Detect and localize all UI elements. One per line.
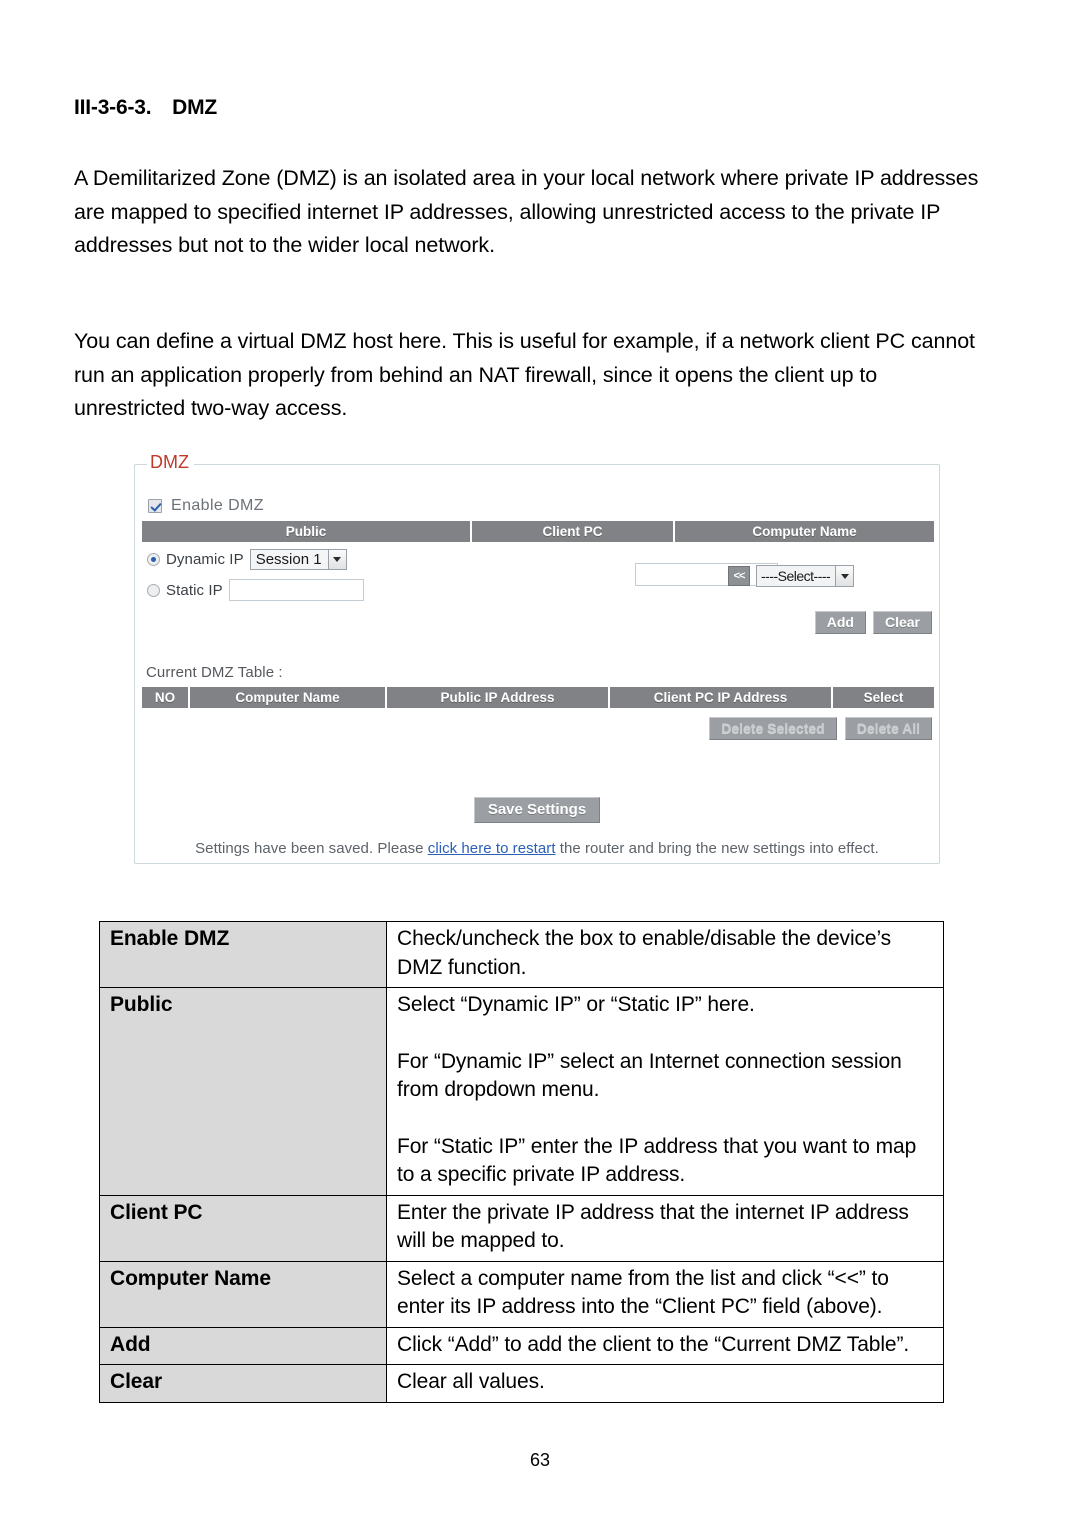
session-select[interactable]: Session 1 — [249, 549, 347, 570]
column-header-client-pc: Client PC — [472, 521, 675, 542]
field-desc-paragraph: Click “Add” to add the client to the “Cu… — [397, 1332, 910, 1356]
field-name-public: Public — [99, 987, 387, 1196]
dynamic-ip-row[interactable]: Dynamic IP Session 1 — [147, 549, 347, 570]
computer-name-select-value: ----Select---- — [761, 568, 831, 584]
page-number: 63 — [529, 1450, 551, 1470]
computer-name-row[interactable]: << ----Select---- — [728, 565, 854, 587]
form-action-buttons: Add Clear — [814, 611, 932, 634]
table-header-public-ip: Public IP Address — [387, 687, 610, 708]
field-desc-paragraph: For “Dynamic IP” select an Internet conn… — [397, 1049, 902, 1102]
copy-left-arrows-button[interactable]: << — [728, 566, 750, 586]
save-settings-row: Save Settings — [135, 797, 939, 823]
table-header-computer-name: Computer Name — [190, 687, 387, 708]
form-column-header-bar: Public Client PC Computer Name — [142, 521, 934, 542]
field-desc-paragraph: Select a computer name from the list and… — [397, 1266, 889, 1319]
status-message: Settings have been saved. Please click h… — [135, 840, 939, 857]
session-select-value: Session 1 — [255, 551, 322, 568]
table-header-client-pc-ip: Client PC IP Address — [610, 687, 833, 708]
field-name-add: Add — [99, 1326, 387, 1365]
field-desc-paragraph: For “Static IP” enter the IP address tha… — [397, 1134, 917, 1187]
static-ip-input[interactable] — [228, 579, 364, 601]
chevron-down-icon — [835, 566, 853, 586]
chevron-down-icon — [327, 550, 346, 569]
field-desc-add: Click “Add” to add the client to the “Cu… — [386, 1326, 944, 1365]
table-row: Client PC Enter the private IP address t… — [99, 1194, 944, 1262]
enable-dmz-label: Enable DMZ — [171, 497, 264, 514]
table-header-no: NO — [142, 687, 190, 708]
field-desc-paragraph: Select “Dynamic IP” or “Static IP” here. — [397, 993, 755, 1016]
dynamic-ip-label: Dynamic IP — [166, 551, 244, 568]
field-desc-enable-dmz: Check/uncheck the box to enable/disable … — [386, 921, 944, 988]
restart-router-link[interactable]: click here to restart — [428, 840, 556, 857]
add-button[interactable]: Add — [814, 611, 866, 634]
table-row: Computer Name Select a computer name fro… — [99, 1260, 944, 1328]
save-settings-button[interactable]: Save Settings — [473, 797, 601, 823]
field-desc-paragraph: Clear all values. — [397, 1370, 545, 1393]
intro-paragraph-2: You can define a virtual DMZ host here. … — [74, 329, 975, 420]
static-ip-radio[interactable] — [147, 583, 160, 597]
field-desc-clear: Clear all values. — [386, 1364, 944, 1403]
field-desc-public: Select “Dynamic IP” or “Static IP” here.… — [386, 987, 944, 1196]
field-desc-computer-name: Select a computer name from the list and… — [386, 1260, 944, 1328]
panel-legend: DMZ — [147, 452, 194, 472]
table-header-select: Select — [833, 687, 934, 708]
field-name-client-pc: Client PC — [99, 1194, 387, 1262]
column-header-computer-name: Computer Name — [675, 521, 934, 542]
enable-dmz-checkbox[interactable] — [148, 499, 162, 513]
dmz-settings-panel: DMZ Enable DMZ Public Client PC Computer… — [134, 452, 940, 864]
current-dmz-table-header: NO Computer Name Public IP Address Clien… — [142, 687, 934, 708]
field-name-enable-dmz: Enable DMZ — [99, 921, 387, 988]
enable-dmz-row[interactable]: Enable DMZ — [148, 497, 264, 515]
field-desc-paragraph: Enter the private IP address that the in… — [397, 1200, 909, 1253]
clear-button[interactable]: Clear — [872, 611, 932, 634]
static-ip-row[interactable]: Static IP — [147, 579, 364, 601]
table-row: Enable DMZ Check/uncheck the box to enab… — [99, 921, 944, 988]
table-row: Public Select “Dynamic IP” or “Static IP… — [99, 987, 944, 1196]
table-row: Add Click “Add” to add the client to the… — [99, 1326, 944, 1365]
current-dmz-table-label: Current DMZ Table : — [146, 664, 283, 681]
static-ip-label: Static IP — [166, 581, 223, 599]
table-row: Clear Clear all values. — [99, 1364, 944, 1403]
intro-paragraph-1: A Demilitarized Zone (DMZ) is an isolate… — [74, 166, 979, 257]
computer-name-select[interactable]: ----Select---- — [756, 565, 854, 587]
table-action-buttons: Delete Selected Delete All — [709, 717, 932, 740]
field-name-clear: Clear — [99, 1364, 387, 1403]
field-description-table: Enable DMZ Check/uncheck the box to enab… — [99, 921, 944, 1403]
status-message-suffix: the router and bring the new settings in… — [555, 840, 879, 857]
column-header-public: Public — [142, 521, 472, 542]
dynamic-ip-radio[interactable] — [147, 553, 160, 566]
delete-selected-button[interactable]: Delete Selected — [709, 717, 837, 740]
field-desc-paragraph: Check/uncheck the box to enable/disable … — [397, 927, 892, 979]
status-message-prefix: Settings have been saved. Please — [195, 840, 428, 857]
field-description-table-body: Enable DMZ Check/uncheck the box to enab… — [99, 921, 944, 1403]
document-page: III-3-6-3. DMZ A Demilitarized Zone (DMZ… — [0, 0, 1080, 1527]
field-desc-client-pc: Enter the private IP address that the in… — [386, 1194, 944, 1262]
field-name-computer-name: Computer Name — [99, 1260, 387, 1328]
page-heading: III-3-6-3. DMZ — [74, 96, 218, 119]
delete-all-button[interactable]: Delete All — [844, 717, 932, 740]
